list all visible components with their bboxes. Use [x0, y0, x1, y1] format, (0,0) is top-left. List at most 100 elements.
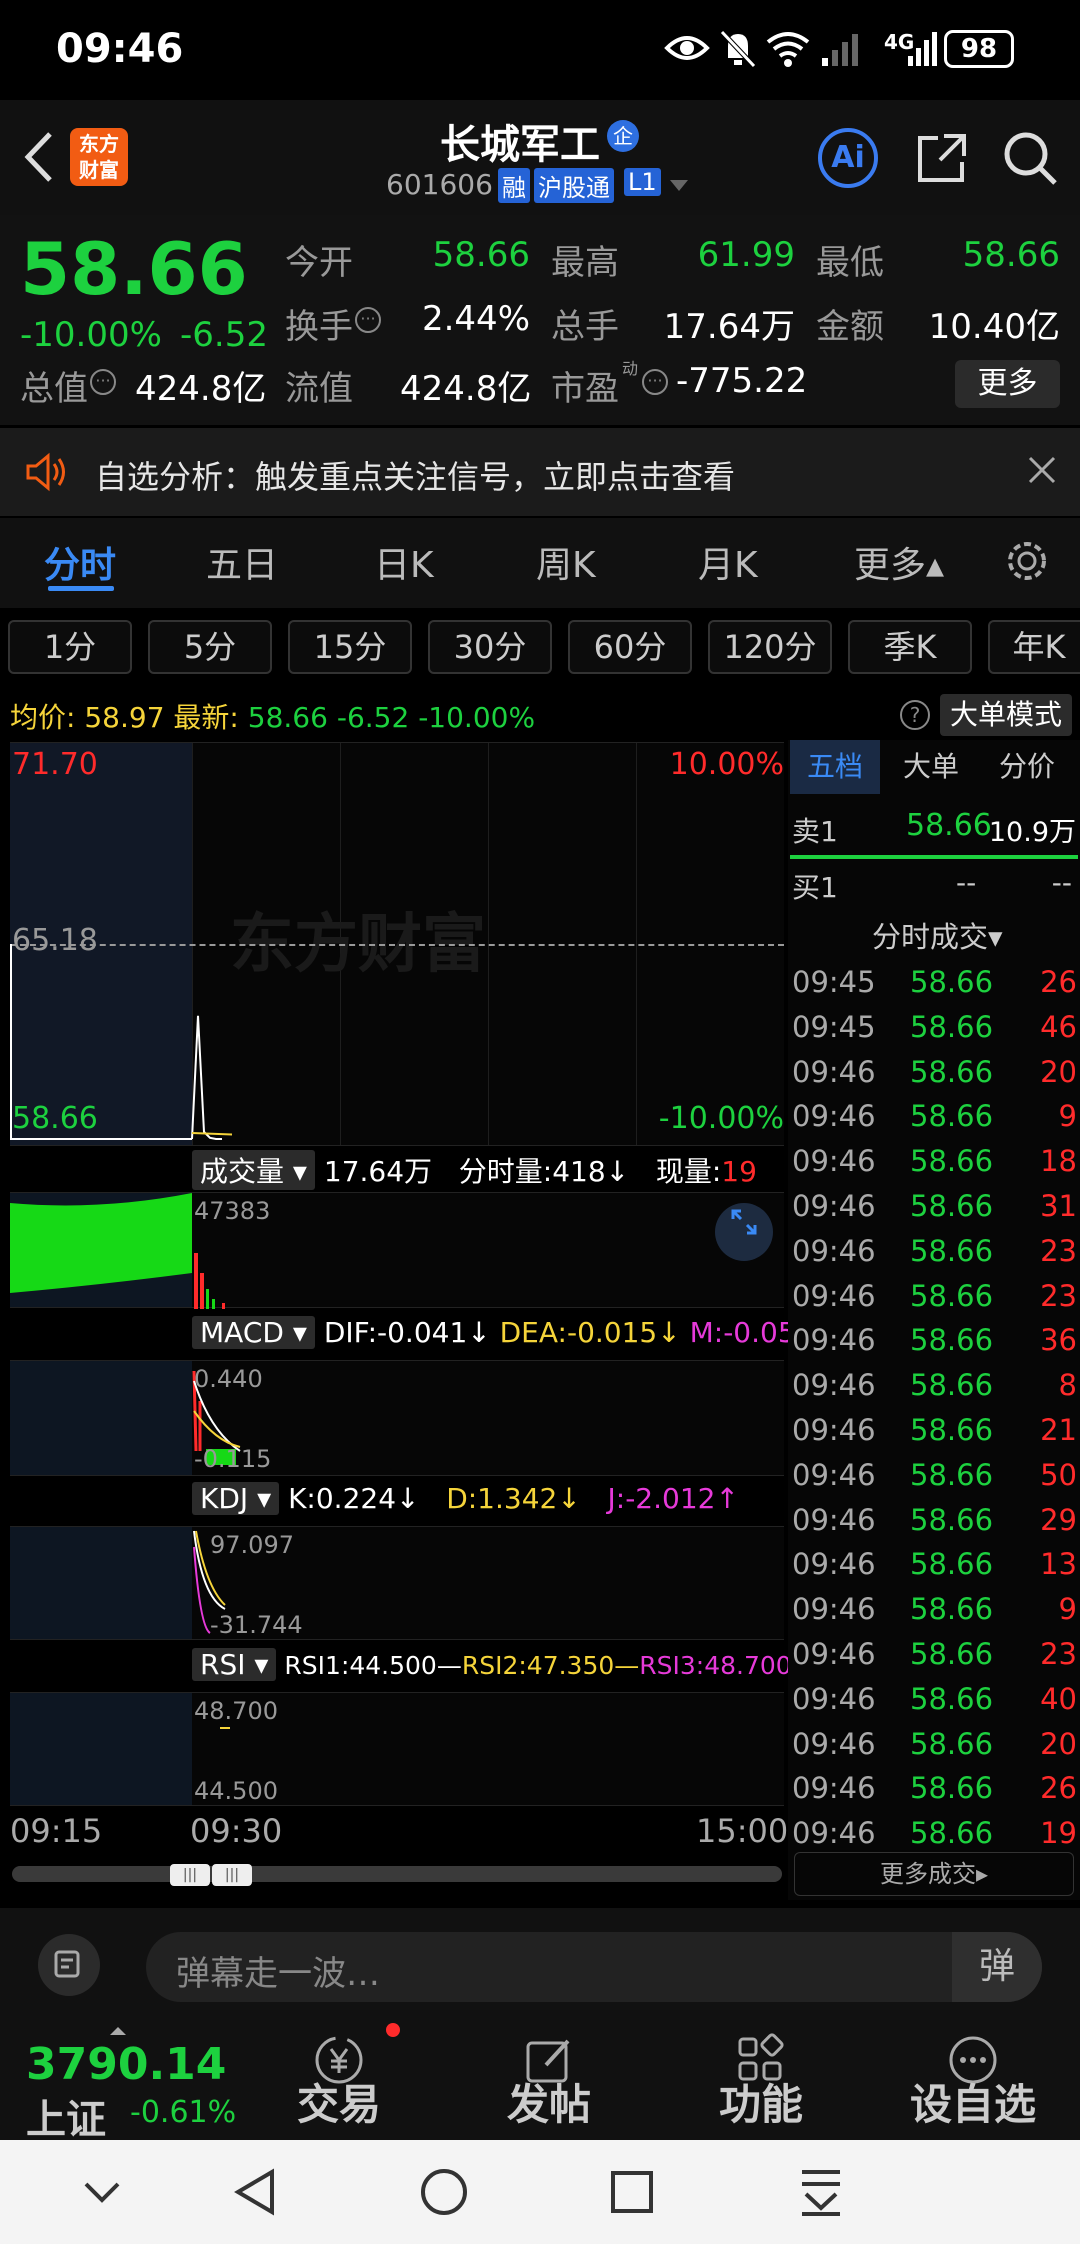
- info-icon[interactable]: ···: [355, 307, 381, 333]
- avg-label: 均价:: [10, 701, 76, 734]
- share-icon[interactable]: [914, 130, 970, 190]
- rsi-chart: 48.700 44.500: [10, 1692, 784, 1806]
- nav-post[interactable]: 发帖: [474, 2023, 624, 2140]
- nav-add-watchlist[interactable]: 设自选: [898, 2023, 1048, 2140]
- fenshi-vol-label: 分时量:: [458, 1155, 553, 1188]
- l1-tag: L1: [624, 168, 661, 196]
- tab-five-day[interactable]: 五日: [206, 536, 278, 588]
- tick-row: 09:45 58.66 46: [792, 1005, 1077, 1049]
- period-year-k[interactable]: 年K: [988, 620, 1080, 674]
- x-label-0930: 09:30: [190, 1812, 283, 1850]
- collapse-icon[interactable]: [80, 2170, 124, 2218]
- volume-selector[interactable]: 成交量 ▾: [192, 1150, 315, 1190]
- fenshi-vol: 418↓: [552, 1155, 630, 1188]
- back-icon[interactable]: [20, 130, 56, 188]
- tick-row: 09:46 58.66 20: [792, 1050, 1077, 1094]
- tick-time: 09:46: [792, 1099, 876, 1134]
- scroll-handle-right[interactable]: |||: [212, 1864, 252, 1886]
- tick-time: 09:46: [792, 1144, 876, 1179]
- tick-volume: 13: [1040, 1547, 1077, 1582]
- danmu-input[interactable]: 弹幕走一波… 弹: [146, 1932, 1042, 2002]
- now-vol: 19: [721, 1155, 757, 1188]
- index-widget[interactable]: 3790.14 上证 -0.61%: [0, 2023, 260, 2143]
- mute-bell-icon: [720, 28, 756, 72]
- search-icon[interactable]: [1000, 128, 1060, 192]
- home-circle-icon[interactable]: [418, 2166, 470, 2222]
- pe-sup: 动: [622, 359, 639, 378]
- volume-max: 47383: [194, 1197, 271, 1225]
- price-summary-line: 均价: 58.97 最新: 58.66 -6.52 -10.00%: [10, 696, 535, 736]
- kdj-selector[interactable]: KDJ ▾: [192, 1482, 280, 1515]
- info-icon-2[interactable]: ···: [90, 369, 116, 395]
- macd-bottom: -0.115: [194, 1445, 272, 1473]
- more-ticks-button[interactable]: 更多成交▸: [794, 1852, 1074, 1896]
- tick-price: 58.66: [910, 1816, 994, 1851]
- period-120min[interactable]: 120分: [708, 620, 832, 674]
- rsi-selector[interactable]: RSI ▾: [192, 1648, 277, 1681]
- enterprise-badge: 企: [607, 120, 639, 152]
- kdj-j: J:-2.012↑: [607, 1482, 739, 1515]
- period-15min[interactable]: 15分: [288, 620, 412, 674]
- amount: 10.40亿: [928, 307, 1060, 347]
- tab-day-k[interactable]: 日K: [374, 536, 434, 588]
- stock-code: 601606: [386, 168, 493, 201]
- notice-bar[interactable]: 自选分析：触发重点关注信号，立即点击查看: [0, 428, 1080, 516]
- danmu-list-icon[interactable]: [38, 1934, 100, 1996]
- info-icon-3[interactable]: ···: [642, 369, 668, 395]
- tick-row: 09:46 58.66 9: [792, 1587, 1077, 1631]
- tick-price: 58.66: [910, 1099, 994, 1134]
- price-chart[interactable]: 东方财富 71.70 65.18 58.66 10.00% -10.00%: [10, 742, 784, 1146]
- back-triangle-icon[interactable]: [230, 2166, 280, 2222]
- expand-icon[interactable]: [715, 1203, 773, 1261]
- wifi-icon: [764, 28, 812, 72]
- logo-line1: 东方: [79, 132, 119, 156]
- avg-price-line: [191, 1132, 233, 1136]
- tick-volume: 23: [1040, 1637, 1077, 1671]
- index-pct: -0.61%: [130, 2095, 237, 2130]
- signal-icon-2: [906, 30, 942, 72]
- period-30min[interactable]: 30分: [428, 620, 552, 674]
- help-icon[interactable]: ?: [900, 700, 930, 730]
- tick-row: 09:45 58.66 26: [792, 960, 1077, 1004]
- tab-week-k[interactable]: 周K: [536, 536, 596, 588]
- period-1min[interactable]: 1分: [8, 620, 132, 674]
- nav-functions[interactable]: 功能: [686, 2023, 836, 2140]
- download-icon[interactable]: [796, 2166, 846, 2222]
- scroll-handle-left[interactable]: |||: [170, 1864, 210, 1886]
- recents-square-icon[interactable]: [608, 2168, 656, 2220]
- more-button[interactable]: 更多: [955, 360, 1060, 408]
- price-line-svg: [10, 944, 233, 1140]
- pre-market-shade: [10, 1693, 192, 1805]
- tick-volume: 8: [1058, 1368, 1077, 1403]
- chart-scrollbar[interactable]: [12, 1866, 782, 1882]
- period-5min[interactable]: 5分: [148, 620, 272, 674]
- nav-trade[interactable]: 交易: [264, 2023, 414, 2140]
- tick-price: 58.66: [910, 1413, 994, 1447]
- tick-row: 09:46 58.66 8: [792, 1363, 1077, 1407]
- danmu-toggle[interactable]: 弹: [952, 1932, 1042, 2002]
- tab-fenshi[interactable]: 分时: [44, 536, 116, 588]
- tick-row: 09:46 58.66 40: [792, 1677, 1077, 1721]
- ticks-title[interactable]: 分时成交▾: [872, 914, 1003, 956]
- period-season-k[interactable]: 季K: [848, 620, 972, 674]
- ai-button[interactable]: Ai: [818, 128, 878, 188]
- ob-tab-five[interactable]: 五档: [790, 740, 880, 794]
- tick-row: 09:46 58.66 29: [792, 1498, 1077, 1542]
- settings-gear-icon[interactable]: [1004, 538, 1050, 588]
- tick-volume: 46: [1040, 1009, 1077, 1044]
- tab-more[interactable]: 更多▴: [854, 536, 944, 588]
- dropdown-icon[interactable]: [670, 180, 688, 191]
- big-order-mode-button[interactable]: 大单模式: [940, 694, 1073, 736]
- ob-tab-big[interactable]: 大单: [886, 740, 976, 794]
- macd-selector[interactable]: MACD ▾: [192, 1316, 315, 1349]
- ob-tab-price[interactable]: 分价: [982, 740, 1072, 794]
- tab-month-k[interactable]: 月K: [698, 536, 758, 588]
- app-logo[interactable]: 东方 财富: [70, 128, 128, 186]
- tick-price: 58.66: [910, 1368, 994, 1403]
- period-60min[interactable]: 60分: [568, 620, 692, 674]
- tick-price: 58.66: [910, 1323, 994, 1358]
- close-icon[interactable]: [1024, 452, 1060, 492]
- tick-price: 58.66: [910, 965, 994, 999]
- kdj-lines-svg: [193, 1530, 226, 1634]
- kdj-k: K:0.224↓: [288, 1482, 420, 1515]
